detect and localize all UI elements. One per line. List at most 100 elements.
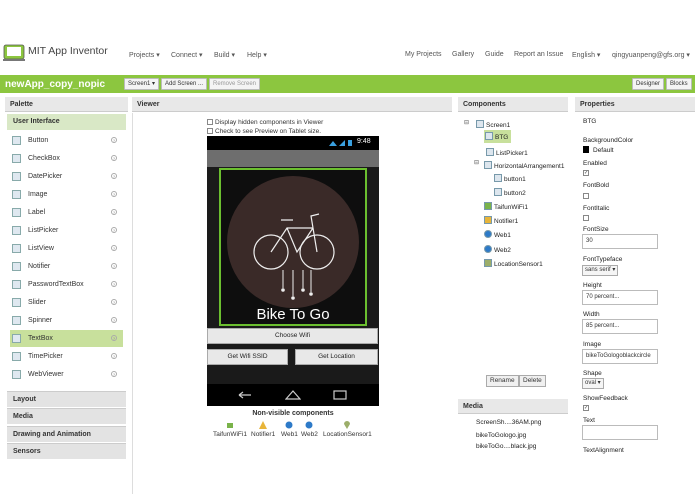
get-location-button[interactable]: Get Location bbox=[295, 349, 378, 365]
nonvis-web1[interactable]: Web1 bbox=[281, 421, 298, 438]
help-icon[interactable]: ? bbox=[111, 263, 117, 269]
image-input[interactable]: bikeToGologoblackcircle bbox=[582, 349, 658, 364]
help-icon[interactable]: ? bbox=[111, 191, 117, 197]
add-screen-button[interactable]: Add Screen ... bbox=[161, 78, 208, 90]
tree-item-web2[interactable]: Web2 bbox=[484, 245, 511, 254]
nav-guide[interactable]: Guide bbox=[485, 51, 504, 58]
media-file[interactable]: bikeToGologo.jpg bbox=[476, 432, 526, 439]
palette-item-passwordtextbox[interactable]: PasswordTextBox? bbox=[10, 276, 123, 293]
palette-item-webviewer[interactable]: WebViewer? bbox=[10, 366, 123, 383]
help-icon[interactable]: ? bbox=[111, 245, 117, 251]
palette-item-timepicker[interactable]: TimePicker? bbox=[10, 348, 123, 365]
recent-apps-icon[interactable] bbox=[333, 389, 347, 400]
palette-category-layout[interactable]: Layout bbox=[7, 391, 126, 407]
tree-item-button1[interactable]: button1 bbox=[494, 174, 526, 183]
nav-my-projects[interactable]: My Projects bbox=[405, 51, 442, 58]
designer-button[interactable]: Designer bbox=[632, 78, 665, 90]
help-icon[interactable]: ? bbox=[111, 353, 117, 359]
help-icon[interactable]: ? bbox=[111, 209, 117, 215]
text-input[interactable] bbox=[582, 425, 658, 440]
width-input[interactable]: 85 percent... bbox=[582, 319, 658, 334]
palette-item-image[interactable]: Image? bbox=[10, 186, 123, 203]
palette-item-datepicker[interactable]: DatePicker? bbox=[10, 168, 123, 185]
typeface-select[interactable]: sans serif ▾ bbox=[582, 265, 619, 276]
tree-label: ListPicker1 bbox=[496, 150, 528, 157]
back-icon[interactable] bbox=[237, 390, 253, 400]
tree-item-locationsensor1[interactable]: LocationSensor1 bbox=[484, 259, 543, 268]
checkbox-box[interactable] bbox=[207, 119, 213, 125]
height-input[interactable]: 70 percent... bbox=[582, 290, 658, 305]
palette-category-sensors[interactable]: Sensors bbox=[7, 443, 126, 459]
tree-toggle-horizontal[interactable]: ⊟ bbox=[474, 159, 479, 166]
palette-item-listpicker[interactable]: ListPicker? bbox=[10, 222, 123, 239]
palette-section-user-interface[interactable]: User Interface bbox=[7, 114, 126, 130]
tree-item-notifier1[interactable]: Notifier1 bbox=[484, 216, 518, 225]
tree-item-web1[interactable]: Web1 bbox=[484, 230, 511, 239]
palette-item-label[interactable]: Label? bbox=[10, 204, 123, 221]
app-inventor-logo-icon[interactable] bbox=[3, 44, 25, 62]
help-icon[interactable]: ? bbox=[111, 173, 117, 179]
nonvis-notifier1[interactable]: Notifier1 bbox=[251, 421, 275, 438]
help-icon[interactable]: ? bbox=[111, 299, 117, 305]
nav-help[interactable]: Help ▾ bbox=[247, 51, 267, 59]
project-name: newApp_copy_nopic bbox=[5, 79, 106, 90]
tree-label: Notifier1 bbox=[494, 218, 519, 225]
palette-item-label: TextBox bbox=[28, 335, 53, 342]
help-icon[interactable]: ? bbox=[111, 371, 117, 377]
nav-build[interactable]: Build ▾ bbox=[214, 51, 235, 59]
tree-item-screen1[interactable]: Screen1 bbox=[476, 120, 510, 129]
blocks-button[interactable]: Blocks bbox=[666, 78, 692, 90]
help-icon[interactable]: ? bbox=[111, 335, 117, 341]
textalignment-label: TextAlignment bbox=[583, 447, 624, 454]
nonvis-web2[interactable]: Web2 bbox=[301, 421, 318, 438]
tablet-preview-checkbox[interactable]: Check to see Preview on Tablet size. bbox=[207, 128, 321, 135]
nonvis-taifunwifi1[interactable]: TaifunWiFi1 bbox=[213, 421, 247, 438]
showfeedback-checkbox[interactable]: ✓ bbox=[583, 405, 589, 411]
rename-button[interactable]: Rename bbox=[486, 375, 519, 387]
nav-report-issue[interactable]: Report an Issue bbox=[514, 51, 563, 58]
shape-select[interactable]: oval ▾ bbox=[582, 378, 604, 389]
tree-toggle-screen1[interactable]: ⊟ bbox=[464, 119, 469, 126]
palette-item-checkbox[interactable]: CheckBox? bbox=[10, 150, 123, 167]
bgcolor-picker[interactable]: Default bbox=[583, 146, 614, 154]
nav-user-account[interactable]: qingyuanpeng@gfs.org ▾ bbox=[612, 51, 690, 59]
tree-item-taifunwifi1[interactable]: TaifunWiFi1 bbox=[484, 202, 528, 211]
remove-screen-button[interactable]: Remove Screen bbox=[209, 78, 261, 90]
palette-item-listview[interactable]: ListView? bbox=[10, 240, 123, 257]
help-icon[interactable]: ? bbox=[111, 281, 117, 287]
help-icon[interactable]: ? bbox=[111, 155, 117, 161]
help-icon[interactable]: ? bbox=[111, 317, 117, 323]
media-file[interactable]: bikeToGo....black.jpg bbox=[476, 443, 536, 450]
help-icon[interactable]: ? bbox=[111, 227, 117, 233]
palette-item-slider[interactable]: Slider? bbox=[10, 294, 123, 311]
get-wifi-ssid-button[interactable]: Get Wifi SSID bbox=[207, 349, 288, 365]
tree-item-horizontalarrangement1[interactable]: HorizontalArrangement1 bbox=[484, 161, 564, 170]
fontitalic-checkbox[interactable] bbox=[583, 215, 589, 221]
palette-item-textbox[interactable]: TextBox? bbox=[10, 330, 123, 347]
delete-button[interactable]: Delete bbox=[519, 375, 546, 387]
enabled-checkbox[interactable]: ✓ bbox=[583, 170, 589, 176]
fontsize-input[interactable]: 30 bbox=[582, 234, 658, 249]
choose-wifi-button[interactable]: Choose Wifi bbox=[207, 328, 378, 344]
nav-gallery[interactable]: Gallery bbox=[452, 51, 474, 58]
nav-language[interactable]: English ▾ bbox=[572, 51, 600, 59]
media-file[interactable]: ScreenSh....36AM.png bbox=[476, 419, 541, 426]
tree-item-button2[interactable]: button2 bbox=[494, 188, 526, 197]
fontbold-checkbox[interactable] bbox=[583, 193, 589, 199]
nonvis-locationsensor1[interactable]: LocationSensor1 bbox=[323, 421, 372, 438]
btg-image-button[interactable]: Bike To Go bbox=[219, 168, 367, 326]
palette-item-spinner[interactable]: Spinner? bbox=[10, 312, 123, 329]
palette-category-media[interactable]: Media bbox=[7, 408, 126, 424]
hidden-components-checkbox[interactable]: Display hidden components in Viewer bbox=[207, 119, 323, 126]
home-icon[interactable] bbox=[285, 389, 301, 400]
nav-connect[interactable]: Connect ▾ bbox=[171, 51, 203, 59]
palette-category-drawing[interactable]: Drawing and Animation bbox=[7, 426, 126, 442]
nav-projects[interactable]: Projects ▾ bbox=[129, 51, 160, 59]
screen-select[interactable]: Screen1 ▾ bbox=[124, 78, 160, 90]
checkbox-box[interactable] bbox=[207, 128, 213, 134]
tree-item-listpicker1[interactable]: ListPicker1 bbox=[486, 148, 528, 157]
palette-item-notifier[interactable]: Notifier? bbox=[10, 258, 123, 275]
tree-item-btg[interactable]: BTG bbox=[484, 130, 512, 143]
help-icon[interactable]: ? bbox=[111, 137, 117, 143]
palette-item-button[interactable]: Button? bbox=[10, 132, 123, 149]
